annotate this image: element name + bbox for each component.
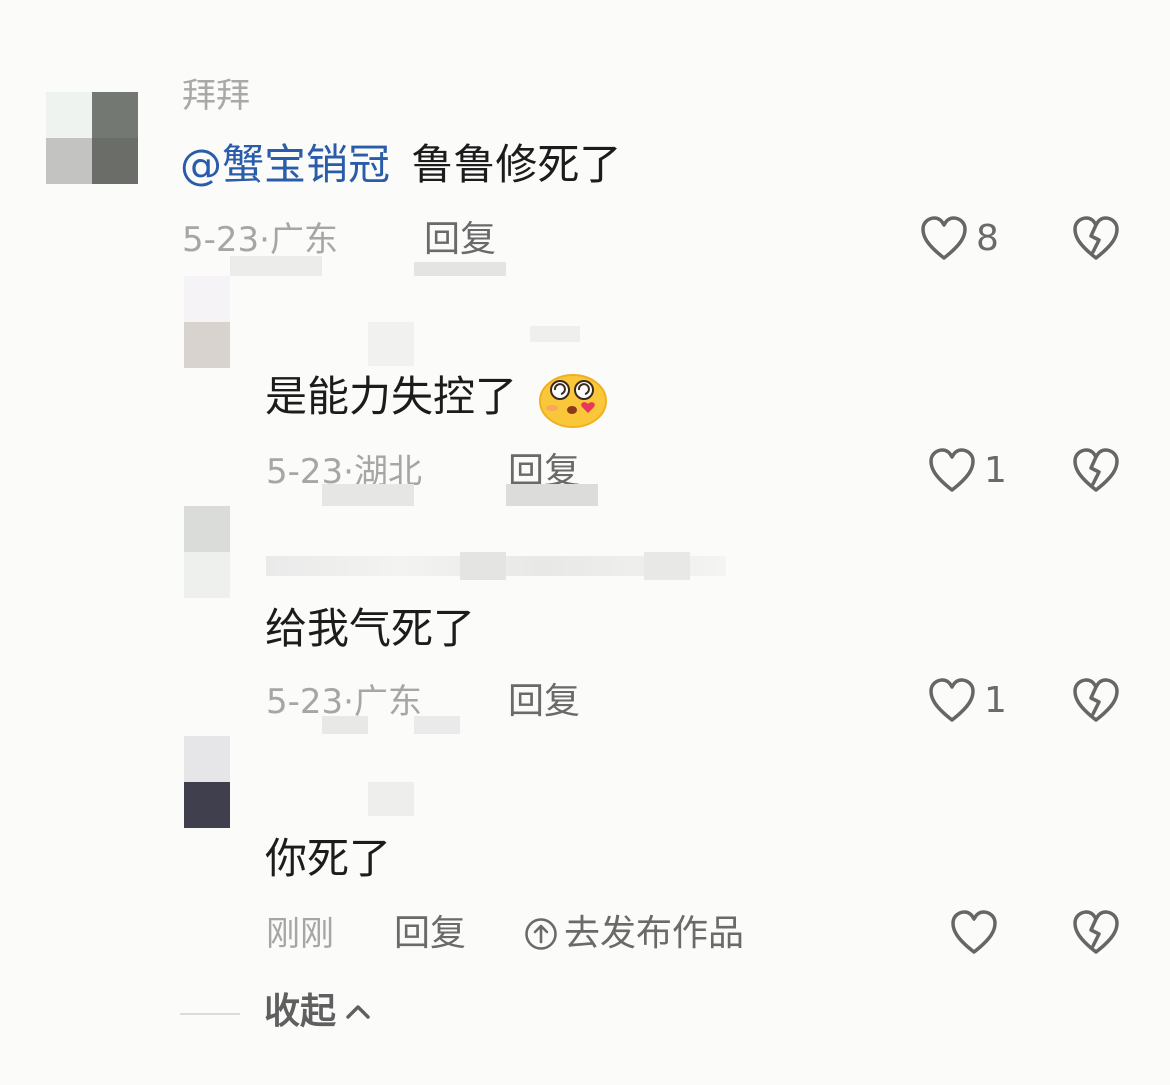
arrow-up-circle-icon <box>525 918 557 950</box>
broken-heart-icon <box>1073 910 1119 954</box>
comment-text: 是能力失控了 <box>265 372 517 422</box>
comment-body: 你死了 <box>265 834 392 883</box>
publish-work-label: 去发布作品 <box>564 913 745 954</box>
blur-patch <box>230 256 322 276</box>
heart-outline-icon <box>921 216 967 260</box>
blur-patch <box>506 484 598 506</box>
avatar[interactable] <box>46 92 138 184</box>
blur-patch <box>322 484 414 506</box>
heart-outline-icon <box>929 678 975 722</box>
comment-text: 你死了 <box>265 834 391 884</box>
comment-body: 给我气死了 <box>265 604 476 653</box>
like-button[interactable] <box>950 910 1006 956</box>
broken-heart-icon <box>1073 678 1119 722</box>
comment-username[interactable]: 拜拜 <box>182 76 250 116</box>
mention-link[interactable]: @蟹宝销冠 <box>180 140 390 189</box>
chevron-up-icon <box>346 1005 370 1019</box>
blur-patch <box>460 552 506 580</box>
blur-patch <box>322 716 368 734</box>
dislike-button[interactable] <box>1072 678 1120 728</box>
blur-patch <box>644 552 690 580</box>
broken-heart-icon <box>1073 216 1119 260</box>
avatar[interactable] <box>184 506 230 598</box>
blur-patch <box>414 262 506 276</box>
reply-button[interactable]: 回复 <box>424 218 496 262</box>
like-button[interactable]: 8 <box>920 216 999 262</box>
like-count: 1 <box>984 680 1007 721</box>
avatar[interactable] <box>184 736 230 828</box>
dislike-button[interactable] <box>1072 910 1120 960</box>
collapse-divider <box>180 1013 240 1015</box>
heart-outline-icon <box>929 448 975 492</box>
blur-patch <box>368 322 414 366</box>
comment-date: 5-23 <box>182 220 260 260</box>
comment-location: 广东 <box>269 220 338 260</box>
reply-button[interactable]: 回复 <box>394 912 466 956</box>
like-count: 1 <box>984 450 1007 491</box>
heart-outline-icon <box>951 910 997 954</box>
dizzy-blush-emoji-icon <box>539 374 607 428</box>
collapse-label: 收起 <box>264 991 337 1032</box>
blur-patch <box>530 326 580 342</box>
comment-text: 给我气死了 <box>265 604 475 654</box>
collapse-replies-button[interactable]: 收起 <box>264 990 372 1034</box>
broken-heart-icon <box>1073 448 1119 492</box>
dislike-button[interactable] <box>1072 216 1120 266</box>
comment-text: @蟹宝销冠 鲁鲁修死了 <box>180 140 621 190</box>
like-button[interactable]: 1 <box>928 678 1007 724</box>
blur-patch <box>368 782 414 816</box>
comment-time: 刚刚 <box>266 914 334 954</box>
meta-separator: · <box>259 220 270 260</box>
like-button[interactable]: 1 <box>928 448 1007 494</box>
avatar[interactable] <box>184 276 230 368</box>
comment-body: 鲁鲁修死了 <box>411 140 622 189</box>
publish-work-button[interactable]: 去发布作品 <box>524 912 744 956</box>
like-count: 8 <box>976 218 999 259</box>
dislike-button[interactable] <box>1072 448 1120 498</box>
reply-button[interactable]: 回复 <box>508 680 580 724</box>
comment-body: 是能力失控了 <box>265 372 518 421</box>
blur-patch <box>414 716 460 734</box>
